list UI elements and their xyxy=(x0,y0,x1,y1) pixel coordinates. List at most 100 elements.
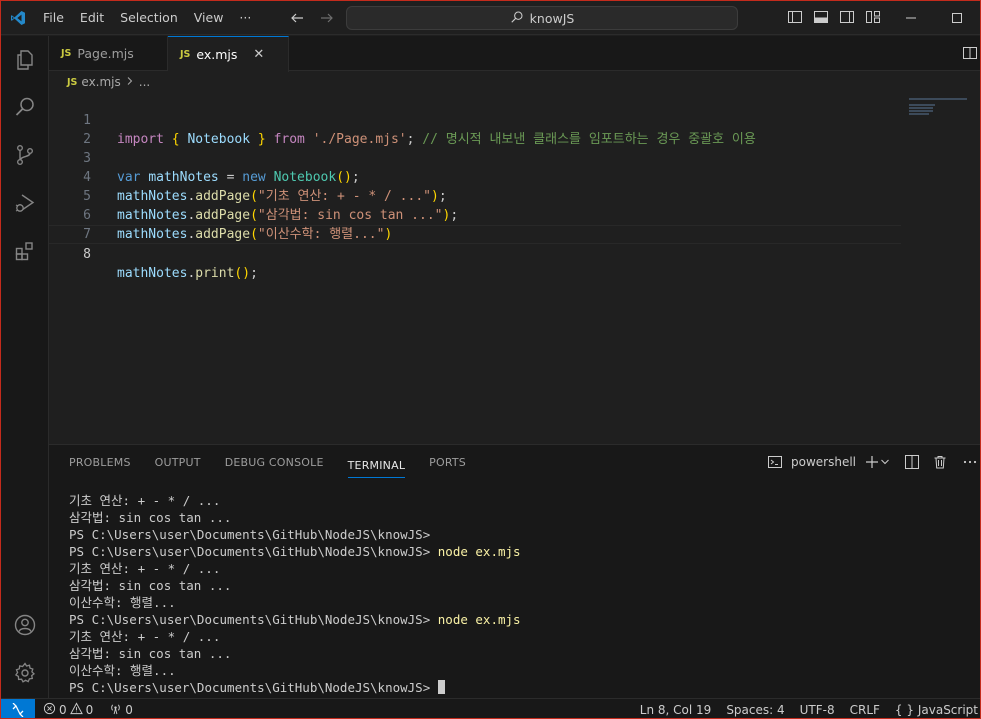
explorer-icon[interactable] xyxy=(11,46,39,74)
code-line: 7 xyxy=(49,206,901,242)
tab-terminal[interactable]: TERMINAL xyxy=(347,448,406,478)
tab-ports[interactable]: PORTS xyxy=(429,445,466,481)
code-line: 6 mathNotes.addPage("이산수학: 행렬...") xyxy=(49,187,901,242)
terminal-shell-name[interactable]: powershell xyxy=(791,455,856,469)
terminal-line: 기초 연산: + - * / ... xyxy=(69,561,221,576)
terminal-line: 삼각법: sin cos tan ... xyxy=(69,578,232,593)
bottom-panel: PROBLEMS OUTPUT DEBUG CONSOLE TERMINAL P… xyxy=(49,444,980,698)
customize-layout-icon[interactable] xyxy=(865,9,881,25)
tab-debug-console[interactable]: DEBUG CONSOLE xyxy=(225,445,324,481)
menu-file[interactable]: File xyxy=(35,1,72,35)
code-line: 5 mathNotes.addPage("삼각법: sin cos tan ..… xyxy=(49,168,901,223)
search-icon xyxy=(510,10,524,27)
close-icon[interactable]: ✕ xyxy=(253,47,264,62)
code-line: 2 xyxy=(49,111,901,147)
broadcast-icon xyxy=(109,702,122,718)
braces-icon: { } xyxy=(894,702,915,717)
chevron-right-icon xyxy=(125,75,135,89)
javascript-file-icon: JS xyxy=(67,76,78,88)
menu-edit[interactable]: Edit xyxy=(72,1,112,35)
indentation[interactable]: Spaces: 4 xyxy=(726,703,784,717)
settings-gear-icon[interactable] xyxy=(11,659,39,687)
ports-count: 0 xyxy=(125,702,133,717)
encoding[interactable]: UTF-8 xyxy=(800,703,835,717)
javascript-file-icon: JS xyxy=(180,49,191,60)
search-view-icon[interactable] xyxy=(11,93,39,121)
accounts-icon[interactable] xyxy=(11,611,39,639)
tab-page-mjs[interactable]: JS Page.mjs xyxy=(49,36,168,71)
language-mode[interactable]: { } JavaScript xyxy=(895,703,978,717)
menu-bar: File Edit Selection View ··· xyxy=(35,1,259,35)
remote-indicator-icon[interactable] xyxy=(1,699,35,718)
code-line-current: 8 mathNotes.print(); xyxy=(49,225,901,281)
source-control-icon[interactable] xyxy=(11,141,39,169)
warning-icon xyxy=(69,701,83,718)
activity-bar xyxy=(1,36,49,698)
tab-problems[interactable]: PROBLEMS xyxy=(69,445,131,481)
terminal-line: 삼각법: sin cos tan ... xyxy=(69,646,232,661)
terminal-line: 기초 연산: + - * / ... xyxy=(69,493,221,508)
trash-icon[interactable] xyxy=(932,454,948,470)
navigation-arrows xyxy=(288,9,336,27)
terminal-line: 이산수학: 행렬... xyxy=(69,663,176,678)
panel-tabs: PROBLEMS OUTPUT DEBUG CONSOLE TERMINAL P… xyxy=(69,445,466,481)
back-arrow-icon[interactable] xyxy=(288,9,306,27)
toggle-primary-sidebar-icon[interactable] xyxy=(787,9,803,25)
menu-more[interactable]: ··· xyxy=(231,1,259,35)
search-text: knowJS xyxy=(529,10,575,26)
vscode-window: File Edit Selection View ··· knowJS JS P… xyxy=(0,0,981,719)
terminal-line: 삼각법: sin cos tan ... xyxy=(69,510,232,525)
terminal-line: 이산수학: 행렬... xyxy=(69,595,176,610)
terminal-line: PS C:\Users\user\Documents\GitHub\NodeJS… xyxy=(69,527,431,542)
line-number: 8 xyxy=(83,247,91,262)
cursor-position[interactable]: Ln 8, Col 19 xyxy=(640,703,712,717)
breadcrumb-file[interactable]: ex.mjs xyxy=(81,75,120,89)
command-center-search[interactable]: knowJS xyxy=(346,6,738,30)
tab-label: ex.mjs xyxy=(196,47,238,62)
split-editor-icon[interactable] xyxy=(962,45,978,61)
status-right: Ln 8, Col 19 Spaces: 4 UTF-8 CRLF { } Ja… xyxy=(640,699,980,718)
terminal-line: PS C:\Users\user\Documents\GitHub\NodeJS… xyxy=(69,612,521,627)
chevron-down-icon[interactable] xyxy=(880,454,890,470)
minimap[interactable] xyxy=(909,98,969,118)
status-left: 0 0 0 xyxy=(43,699,133,718)
tab-output[interactable]: OUTPUT xyxy=(155,445,201,481)
more-actions-icon[interactable] xyxy=(962,454,978,470)
editor-tabs: JS Page.mjs JS ex.mjs ✕ xyxy=(49,36,980,72)
problems-status[interactable]: 0 0 xyxy=(43,701,94,718)
code-editor[interactable]: 1 import { Notebook } from './Page.mjs';… xyxy=(49,92,980,444)
minimize-icon[interactable] xyxy=(888,1,934,35)
line-ending[interactable]: CRLF xyxy=(850,703,880,717)
run-and-debug-icon[interactable] xyxy=(11,189,39,217)
title-bar: File Edit Selection View ··· knowJS xyxy=(1,1,980,35)
extensions-icon[interactable] xyxy=(11,237,39,265)
layout-controls xyxy=(787,9,881,25)
terminal-line: PS C:\Users\user\Documents\GitHub\NodeJS… xyxy=(69,679,521,696)
javascript-file-icon: JS xyxy=(61,48,72,59)
menu-view[interactable]: View xyxy=(186,1,232,35)
split-terminal-icon[interactable] xyxy=(904,454,920,470)
code-line: 4 mathNotes.addPage("기초 연산: + - * / ..."… xyxy=(49,149,901,204)
forward-arrow-icon[interactable] xyxy=(318,9,336,27)
menu-selection[interactable]: Selection xyxy=(112,1,186,35)
terminal-line: PS C:\Users\user\Documents\GitHub\NodeJS… xyxy=(69,544,521,559)
terminal-cursor xyxy=(437,680,445,694)
maximize-icon[interactable] xyxy=(934,1,980,35)
terminal-output[interactable]: 기초 연산: + - * / ... 삼각법: sin cos tan ... PS… xyxy=(69,492,521,696)
breadcrumb-symbol[interactable]: ... xyxy=(139,75,150,89)
toggle-panel-icon[interactable] xyxy=(813,9,829,25)
panel-actions: powershell xyxy=(767,454,980,470)
tab-ex-mjs[interactable]: JS ex.mjs ✕ xyxy=(168,36,289,72)
window-controls xyxy=(888,1,980,35)
vscode-logo-icon[interactable] xyxy=(1,1,35,35)
ports-status[interactable]: 0 xyxy=(109,702,133,718)
terminal-line: 기초 연산: + - * / ... xyxy=(69,629,221,644)
error-icon xyxy=(43,702,56,718)
new-terminal-plus-icon[interactable] xyxy=(864,454,880,470)
tab-label: Page.mjs xyxy=(77,46,134,61)
code-line: 3 var mathNotes = new Notebook(); xyxy=(49,130,901,185)
terminal-icon xyxy=(767,454,783,470)
error-count: 0 xyxy=(59,702,67,717)
warning-count: 0 xyxy=(85,702,94,717)
toggle-secondary-sidebar-icon[interactable] xyxy=(839,9,855,25)
